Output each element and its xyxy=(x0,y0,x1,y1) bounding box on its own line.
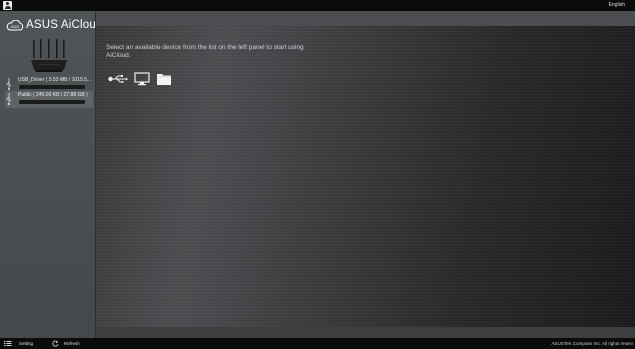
usage-bar xyxy=(18,85,85,89)
settings-list-icon xyxy=(4,341,12,346)
device-type-icons xyxy=(108,72,178,86)
main-panel: Select an available device from the list… xyxy=(96,11,635,338)
sidebar: ASUS ASUS AiCloud USB_Driver ( 5.53 MB /… xyxy=(0,11,102,338)
refresh-icon xyxy=(52,340,59,347)
refresh-label: Refresh xyxy=(64,341,80,346)
router-image xyxy=(31,39,67,72)
language-selector[interactable]: English xyxy=(609,1,625,10)
bottom-strip xyxy=(96,327,635,338)
toolbar-strip xyxy=(96,11,635,26)
app-logo: ASUS ASUS AiCloud xyxy=(6,18,103,32)
user-icon[interactable] xyxy=(3,1,12,10)
usb-icon xyxy=(6,93,12,105)
computer-icon xyxy=(134,72,150,86)
device-label: USB_Driver ( 5.53 MB / 1015.5... xyxy=(18,77,91,83)
intro-text: Select an available device from the list… xyxy=(106,44,304,59)
cloud-logo-icon: ASUS xyxy=(6,19,24,30)
setting-button[interactable]: Setting xyxy=(4,339,33,348)
app-title: ASUS AiCloud xyxy=(26,19,103,31)
setting-label: Setting xyxy=(19,341,34,346)
usage-bar xyxy=(18,100,85,104)
footer-bar: Setting Refresh ASUSTeK Computer Inc. Al… xyxy=(0,338,635,349)
svg-text:ASUS: ASUS xyxy=(11,25,20,29)
usb-icon xyxy=(6,78,12,90)
refresh-button[interactable]: Refresh xyxy=(52,339,80,348)
folder-icon xyxy=(157,74,171,85)
usb-icon xyxy=(108,75,128,83)
copyright-text: ASUSTeK Computer Inc. All rights reserv xyxy=(551,341,633,346)
device-item-public[interactable]: Public ( 240.00 KB / 27.88 GB ) xyxy=(5,91,93,108)
top-bar: English xyxy=(0,0,635,11)
device-label: Public ( 240.00 KB / 27.88 GB ) xyxy=(18,92,88,98)
